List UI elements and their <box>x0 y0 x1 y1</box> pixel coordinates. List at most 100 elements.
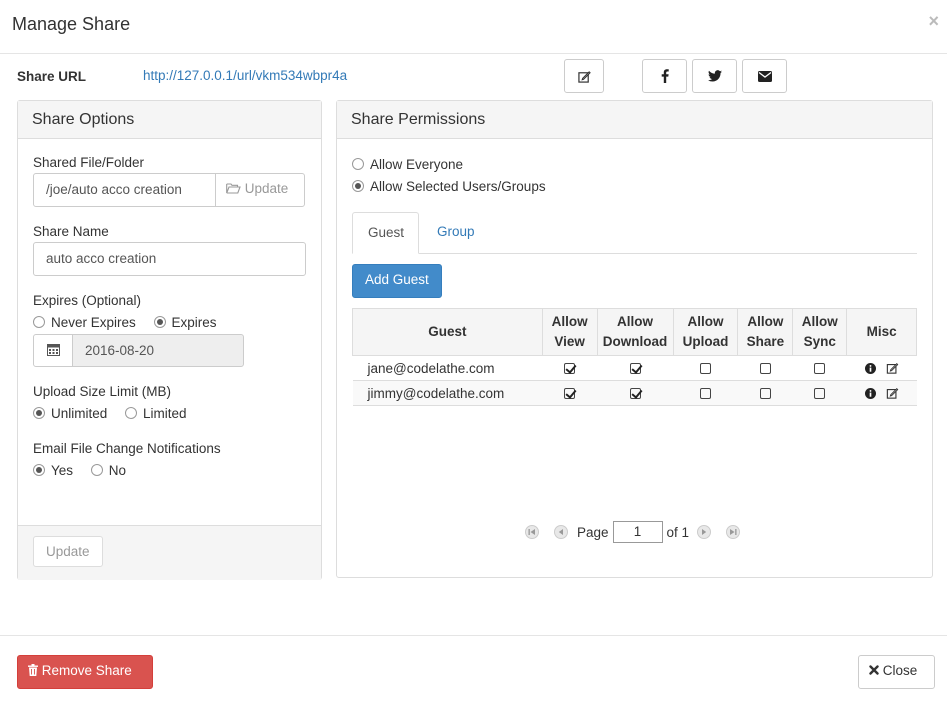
upload-checkbox[interactable] <box>699 387 711 399</box>
folder-open-icon <box>226 181 245 196</box>
sync-checkbox[interactable] <box>814 362 826 374</box>
unlimited-label: Unlimited <box>51 406 108 421</box>
limited-option[interactable]: Limited <box>125 406 187 421</box>
col-misc: Misc <box>846 308 917 356</box>
expiry-date-input[interactable]: 2016-08-20 <box>72 334 244 367</box>
col-allow-sync[interactable]: Allow Sync <box>792 308 848 356</box>
pager: Page 1 of 1 <box>520 521 745 543</box>
view-checkbox[interactable] <box>564 362 576 374</box>
notify-yes-label: Yes <box>51 463 74 478</box>
notifications-label: Email File Change Notifications <box>33 441 221 456</box>
edit-icon[interactable] <box>886 361 899 376</box>
upload-checkbox[interactable] <box>699 362 711 374</box>
upload-limit-label: Upload Size Limit (MB) <box>33 384 172 399</box>
share-name-label: Share Name <box>33 224 109 239</box>
col-allow-download[interactable]: Allow Download <box>596 308 674 356</box>
facebook-icon <box>661 69 669 83</box>
limited-label: Limited <box>143 406 187 421</box>
last-page-icon[interactable] <box>726 525 741 539</box>
guest-permissions-table: Guest Allow View Allow Download Allow Up… <box>352 308 917 406</box>
dialog-header: Manage Share × <box>0 0 947 54</box>
col-allow-share[interactable]: Allow Share <box>737 308 794 356</box>
next-page-icon[interactable] <box>697 525 712 539</box>
notify-no-option[interactable]: No <box>90 463 127 478</box>
permission-tabs: Guest Group <box>352 212 917 254</box>
share-permissions-heading: Share Permissions <box>337 101 932 139</box>
twitter-share-button[interactable] <box>692 59 737 93</box>
notify-yes-radio[interactable] <box>33 464 45 476</box>
expires-label: Expires (Optional) <box>33 293 142 308</box>
expires-option-label: Expires <box>171 315 217 330</box>
edit-icon[interactable] <box>886 386 899 401</box>
share-checkbox[interactable] <box>759 387 771 399</box>
calendar-icon <box>46 343 60 359</box>
prev-page-icon[interactable] <box>554 525 568 539</box>
first-page-icon[interactable] <box>525 525 539 539</box>
info-icon[interactable] <box>864 361 876 376</box>
allow-everyone-radio[interactable] <box>352 158 364 170</box>
calendar-button[interactable] <box>33 334 73 367</box>
never-expires-radio[interactable] <box>33 316 45 328</box>
col-allow-upload[interactable]: Allow Upload <box>672 308 739 356</box>
col-allow-view[interactable]: Allow View <box>541 308 598 356</box>
page-count-label: of 1 <box>666 524 690 540</box>
expires-radio[interactable] <box>153 316 166 328</box>
share-checkbox[interactable] <box>759 362 771 374</box>
expires-option[interactable]: Expires <box>153 315 217 330</box>
download-checkbox[interactable] <box>629 387 641 399</box>
never-expires-label: Never Expires <box>51 315 136 330</box>
share-url-label: Share URL <box>17 69 87 84</box>
notify-no-label: No <box>108 463 127 478</box>
notify-yes-option[interactable]: Yes <box>33 463 73 478</box>
notifications-radio-group: Yes No <box>33 463 140 478</box>
notify-no-radio[interactable] <box>90 464 103 476</box>
unlimited-option[interactable]: Unlimited <box>33 406 107 421</box>
sync-checkbox[interactable] <box>814 387 826 399</box>
guest-email: jane@codelathe.com <box>352 355 543 381</box>
table-header-row: Guest Allow View Allow Download Allow Up… <box>352 308 917 356</box>
allow-selected-label: Allow Selected Users/Groups <box>370 179 546 194</box>
shared-file-update-label: Update <box>244 181 289 196</box>
allow-selected-option[interactable]: Allow Selected Users/Groups <box>352 179 546 194</box>
trash-icon <box>28 663 42 678</box>
col-guest[interactable]: Guest <box>352 308 543 356</box>
share-name-input[interactable]: auto acco creation <box>33 242 306 276</box>
close-icon[interactable]: × <box>928 12 939 30</box>
close-button-label: Close <box>882 663 918 678</box>
twitter-icon <box>707 70 722 82</box>
email-share-button[interactable] <box>742 59 787 93</box>
add-guest-button[interactable]: Add Guest <box>352 264 442 298</box>
allow-everyone-option[interactable]: Allow Everyone <box>352 157 463 172</box>
share-options-heading: Share Options <box>18 101 321 139</box>
upload-limit-radio-group: Unlimited Limited <box>33 406 201 421</box>
edit-icon <box>577 70 591 83</box>
download-checkbox[interactable] <box>629 362 641 374</box>
table-row: jane@codelathe.com <box>352 355 917 381</box>
page-number-input[interactable]: 1 <box>612 521 663 543</box>
info-icon[interactable] <box>864 386 876 401</box>
tab-guest[interactable]: Guest <box>352 212 419 254</box>
shared-file-label: Shared File/Folder <box>33 155 145 170</box>
shared-file-update-button[interactable]: Update <box>215 173 305 207</box>
view-checkbox[interactable] <box>564 387 576 399</box>
allow-selected-radio[interactable] <box>352 180 364 192</box>
close-x-icon <box>869 663 883 678</box>
shared-file-input[interactable]: /joe/auto acco creation <box>33 173 216 207</box>
close-button[interactable]: Close <box>858 655 935 689</box>
remove-share-button[interactable]: Remove Share <box>17 655 153 689</box>
dialog-title: Manage Share <box>12 14 131 34</box>
facebook-share-button[interactable] <box>642 59 687 93</box>
edit-url-button[interactable] <box>564 59 604 93</box>
never-expires-option[interactable]: Never Expires <box>33 315 136 330</box>
tab-group[interactable]: Group <box>422 212 490 254</box>
unlimited-radio[interactable] <box>33 407 45 419</box>
footer-divider <box>0 635 947 636</box>
expires-radio-group: Never Expires Expires <box>33 315 231 330</box>
guest-email: jimmy@codelathe.com <box>352 380 543 406</box>
share-url-link[interactable]: http://127.0.0.1/url/vkm534wbpr4a <box>143 68 347 83</box>
limited-radio[interactable] <box>125 407 138 419</box>
allow-everyone-label: Allow Everyone <box>370 157 464 172</box>
email-icon <box>757 70 772 82</box>
share-options-update-button[interactable]: Update <box>33 536 103 567</box>
remove-share-label: Remove Share <box>41 663 132 678</box>
